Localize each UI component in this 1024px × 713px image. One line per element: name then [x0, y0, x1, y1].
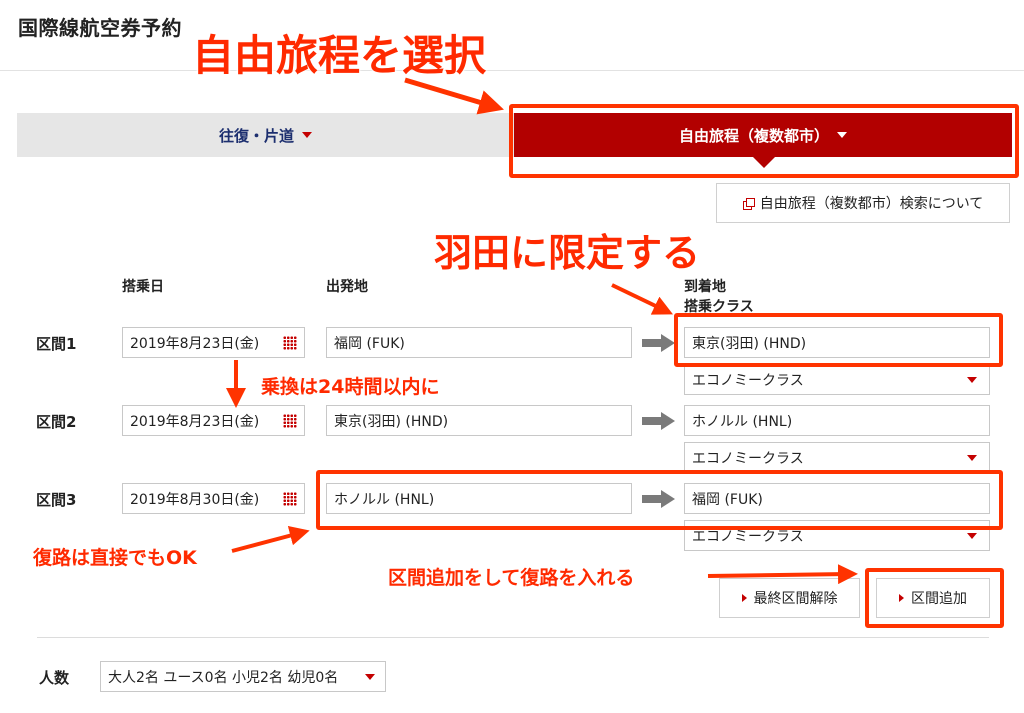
arrow-right-icon — [642, 334, 675, 352]
remove-last-segment-button[interactable]: 最終区間解除 — [719, 578, 860, 618]
date-value: 2019年8月30日(金) — [130, 491, 260, 508]
origin-input[interactable]: 福岡 (FUK) — [326, 327, 632, 358]
calendar-icon[interactable] — [283, 492, 297, 506]
chevron-down-icon — [967, 376, 977, 383]
chevron-down-icon — [967, 454, 977, 461]
cabin-value: エコノミークラス — [692, 450, 804, 467]
highlight-multicity-tab — [509, 104, 1019, 178]
caret-right-icon — [741, 594, 747, 602]
date-value: 2019年8月23日(金) — [130, 413, 260, 430]
segment-label: 区間3 — [36, 491, 77, 509]
multicity-info-link-label: 自由旅程（複数都市）検索について — [759, 196, 984, 212]
column-origin: 出発地 — [326, 279, 368, 295]
tab-roundtrip[interactable]: 往復・片道 — [17, 113, 514, 157]
external-window-icon — [742, 197, 755, 210]
annotation-add-return: 区間追加をして復路を入れる — [388, 567, 635, 589]
chevron-down-icon — [967, 532, 977, 539]
cabin-value: エコノミークラス — [692, 372, 804, 389]
highlight-add-segment — [865, 568, 1004, 628]
date-input[interactable]: 2019年8月23日(金) — [122, 327, 305, 358]
section-divider — [37, 637, 989, 638]
remove-last-segment-label: 最終区間解除 — [753, 591, 838, 607]
cabin-select[interactable]: エコノミークラス — [684, 364, 990, 395]
chevron-down-icon — [302, 132, 312, 138]
highlight-haneda — [674, 313, 1003, 367]
passengers-label: 人数 — [39, 669, 70, 687]
segment-label: 区間2 — [36, 413, 77, 431]
multicity-info-link[interactable]: 自由旅程（複数都市）検索について — [716, 183, 1010, 223]
origin-value: 東京(羽田) (HND) — [334, 413, 449, 430]
calendar-icon[interactable] — [283, 336, 297, 350]
arrow-to-haneda — [611, 283, 674, 315]
arrow-to-return-segment — [231, 525, 310, 553]
highlight-return-segment — [316, 470, 1003, 530]
tab-roundtrip-label: 往復・片道 — [218, 126, 294, 145]
annotation-limit-haneda: 羽田に限定する — [434, 231, 701, 275]
passengers-select[interactable]: 大人2名 ユース0名 小児2名 幼児0名 — [100, 661, 386, 692]
date-input[interactable]: 2019年8月23日(金) — [122, 405, 305, 436]
arrow-right-icon — [642, 412, 675, 430]
annotation-select-multicity: 自由旅程を選択 — [192, 31, 487, 80]
column-destination: 到着地 — [684, 279, 726, 295]
arrow-to-add-segment — [707, 564, 858, 585]
annotation-transfer-24h: 乗換は24時間以内に — [261, 376, 440, 398]
origin-value: 福岡 (FUK) — [334, 335, 405, 352]
date-value: 2019年8月23日(金) — [130, 335, 260, 352]
column-date: 搭乗日 — [122, 279, 164, 295]
destination-value: ホノルル (HNL) — [692, 413, 793, 430]
destination-input[interactable]: ホノルル (HNL) — [684, 405, 990, 436]
page-title: 国際線航空券予約 — [18, 16, 182, 40]
origin-input[interactable]: 東京(羽田) (HND) — [326, 405, 632, 436]
header-divider — [0, 70, 1024, 71]
cabin-select[interactable]: エコノミークラス — [684, 442, 990, 473]
date-input[interactable]: 2019年8月30日(金) — [122, 483, 305, 514]
chevron-down-icon — [365, 673, 375, 680]
arrow-to-multicity-tab — [404, 77, 504, 115]
passengers-value: 大人2名 ユース0名 小児2名 幼児0名 — [108, 669, 339, 686]
annotation-return-direct: 復路は直接でもOK — [33, 547, 197, 569]
calendar-icon[interactable] — [283, 414, 297, 428]
segment-label: 区間1 — [36, 335, 77, 353]
